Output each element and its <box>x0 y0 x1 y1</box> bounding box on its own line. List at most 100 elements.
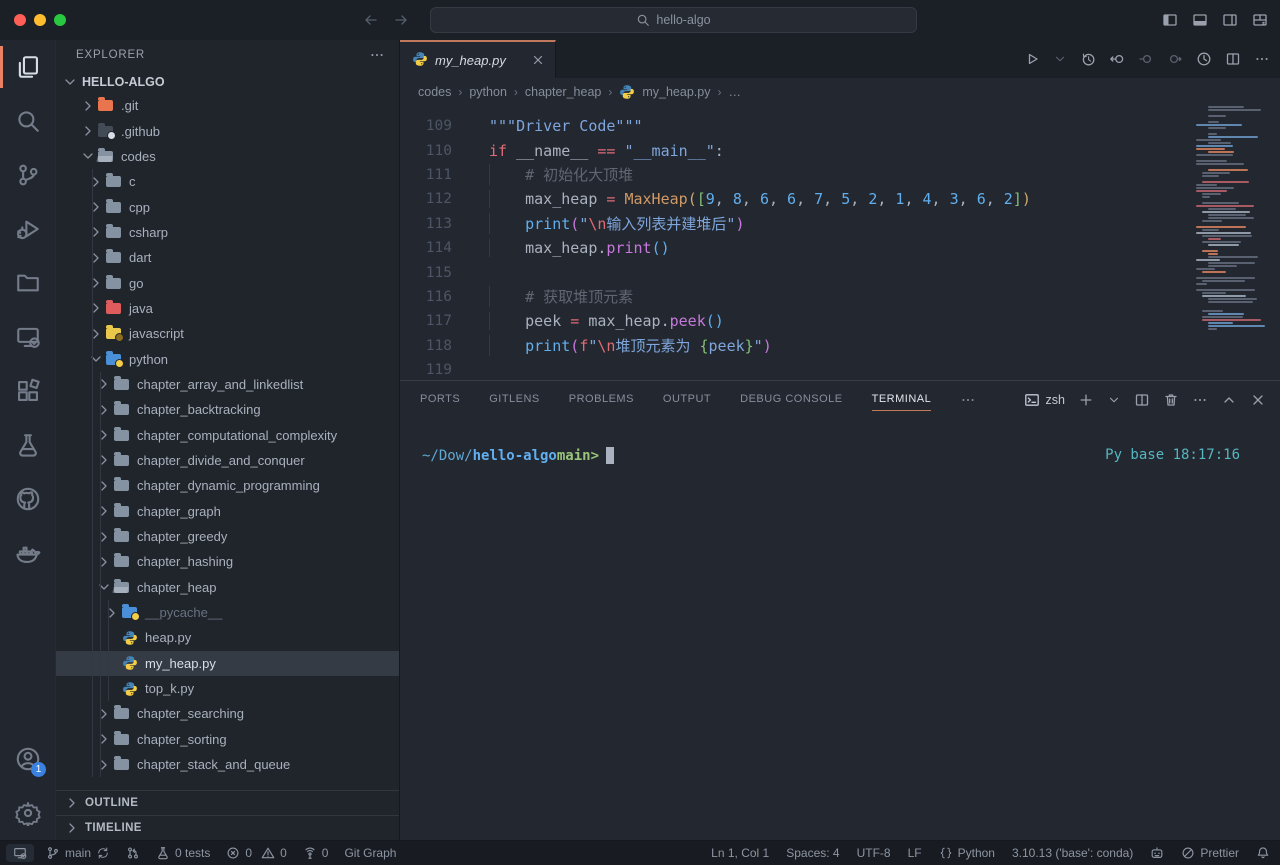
zoom-window-button[interactable] <box>54 14 66 26</box>
timeline-section[interactable]: TIMELINE <box>56 815 399 840</box>
activity-run-debug-icon[interactable] <box>0 202 55 256</box>
activity-accounts-icon[interactable]: 1 <box>0 732 55 786</box>
panel-tab-problems[interactable]: PROBLEMS <box>569 389 634 411</box>
folder-chapter-computational-complexity[interactable]: chapter_computational_complexity <box>56 422 399 447</box>
chevron-right-icon[interactable] <box>96 503 112 519</box>
chevron-right-icon[interactable] <box>96 706 112 722</box>
split-editor-icon[interactable] <box>1225 51 1241 67</box>
chevron-down-icon[interactable] <box>88 351 104 367</box>
folder-chapter-sorting[interactable]: chapter_sorting <box>56 727 399 752</box>
chevron-right-icon[interactable] <box>88 174 104 190</box>
folder-chapter-heap[interactable]: chapter_heap <box>56 575 399 600</box>
code-line-113[interactable]: 113 print("\n输入列表并建堆后") <box>400 212 1280 236</box>
code-line-114[interactable]: 114 max_heap.print() <box>400 236 1280 260</box>
breadcrumb-item[interactable]: … <box>728 85 741 99</box>
code-editor[interactable]: 109"""Driver Code"""110if __name__ == "_… <box>400 106 1280 380</box>
chevron-right-icon[interactable] <box>96 402 112 418</box>
folder-chapter-divide-and-conquer[interactable]: chapter_divide_and_conquer <box>56 448 399 473</box>
folder-javascript[interactable]: javascript <box>56 321 399 346</box>
activity-remote-explorer-icon[interactable] <box>0 310 55 364</box>
status-prettier[interactable]: Prettier <box>1181 846 1239 860</box>
folder-codes[interactable]: codes <box>56 144 399 169</box>
panel-tab-gitlens[interactable]: GITLENS <box>489 389 540 411</box>
chevron-right-icon[interactable] <box>88 300 104 316</box>
folder-java[interactable]: java <box>56 296 399 321</box>
code-line-110[interactable]: 110if __name__ == "__main__": <box>400 138 1280 162</box>
status-problems[interactable]: 00 <box>226 846 286 860</box>
code-line-109[interactable]: 109"""Driver Code""" <box>400 114 1280 138</box>
workspace-root-folder[interactable]: HELLO-ALGO <box>56 70 399 93</box>
chevron-right-icon[interactable] <box>96 427 112 443</box>
chevron-right-icon[interactable] <box>96 376 112 392</box>
code-line-112[interactable]: 112 max_heap = MaxHeap([9, 8, 6, 6, 7, 5… <box>400 187 1280 211</box>
previous-change-icon[interactable] <box>1138 51 1154 67</box>
status-eol[interactable]: LF <box>908 846 922 860</box>
minimize-window-button[interactable] <box>34 14 46 26</box>
folder--git[interactable]: .git <box>56 93 399 118</box>
folder--github[interactable]: .github <box>56 118 399 143</box>
folder-chapter-backtracking[interactable]: chapter_backtracking <box>56 397 399 422</box>
breadcrumb-item[interactable]: my_heap.py <box>642 85 710 99</box>
chevron-right-icon[interactable] <box>96 478 112 494</box>
chevron-right-icon[interactable] <box>88 250 104 266</box>
chevron-right-icon[interactable] <box>104 605 120 621</box>
folder-chapter-graph[interactable]: chapter_graph <box>56 499 399 524</box>
kill-terminal-icon[interactable] <box>1163 392 1179 408</box>
activity-extensions-icon[interactable] <box>0 364 55 418</box>
status-python-interpreter[interactable]: 3.10.13 ('base': conda) <box>1012 846 1133 860</box>
folder-chapter-hashing[interactable]: chapter_hashing <box>56 549 399 574</box>
status-git-graph[interactable]: Git Graph <box>344 846 396 860</box>
activity-explorer-icon[interactable] <box>0 40 55 94</box>
folder-python[interactable]: python <box>56 346 399 371</box>
activity-github-icon[interactable] <box>0 472 55 526</box>
command-center-search[interactable]: hello-algo <box>430 7 917 33</box>
status-pull-request[interactable] <box>126 846 140 860</box>
status-language-mode[interactable]: Python <box>939 846 995 860</box>
chevron-down-icon[interactable] <box>96 579 112 595</box>
more-icon[interactable] <box>1192 392 1208 408</box>
activity-docker-icon[interactable] <box>0 526 55 580</box>
minimap[interactable] <box>1196 106 1274 334</box>
code-line-116[interactable]: 116 # 获取堆顶元素 <box>400 285 1280 309</box>
breadcrumb-item[interactable]: codes <box>418 85 451 99</box>
chevron-right-icon[interactable] <box>96 731 112 747</box>
chevron-right-icon[interactable] <box>80 98 96 114</box>
breadcrumb-item[interactable]: chapter_heap <box>525 85 601 99</box>
folder-csharp[interactable]: csharp <box>56 220 399 245</box>
close-window-button[interactable] <box>14 14 26 26</box>
tab-my-heap-py[interactable]: my_heap.py <box>400 40 556 78</box>
run-dropdown-icon[interactable] <box>1053 52 1067 66</box>
chevron-right-icon[interactable] <box>96 554 112 570</box>
activity-search-icon[interactable] <box>0 94 55 148</box>
toggle-panel-icon[interactable] <box>1192 12 1208 28</box>
code-line-118[interactable]: 118 print(f"\n堆顶元素为 {peek}") <box>400 334 1280 358</box>
panel-tab-debug-console[interactable]: DEBUG CONSOLE <box>740 389 842 411</box>
folder-chapter-stack-and-queue[interactable]: chapter_stack_and_queue <box>56 752 399 777</box>
status-encoding[interactable]: UTF-8 <box>857 846 891 860</box>
activity-testing-icon[interactable] <box>0 418 55 472</box>
open-changes-icon[interactable] <box>1109 51 1125 67</box>
shell-selector[interactable]: zsh <box>1024 392 1065 408</box>
close-panel-icon[interactable] <box>1250 392 1266 408</box>
folder-cpp[interactable]: cpp <box>56 194 399 219</box>
chevron-down-icon[interactable] <box>80 148 96 164</box>
panel-tab-terminal[interactable]: TERMINAL <box>872 389 932 411</box>
run-icon[interactable] <box>1024 51 1040 67</box>
status-cursor-position[interactable]: Ln 1, Col 1 <box>711 846 769 860</box>
more-actions-icon[interactable] <box>1254 51 1270 67</box>
chevron-right-icon[interactable] <box>96 529 112 545</box>
folder-dart[interactable]: dart <box>56 245 399 270</box>
code-line-111[interactable]: 111 # 初始化大顶堆 <box>400 163 1280 187</box>
folder-chapter-greedy[interactable]: chapter_greedy <box>56 524 399 549</box>
status-remote[interactable] <box>6 844 34 862</box>
explorer-more-actions-icon[interactable] <box>369 47 385 63</box>
customize-layout-icon[interactable] <box>1252 12 1268 28</box>
next-change-icon[interactable] <box>1167 51 1183 67</box>
status-git-branch[interactable]: main <box>46 846 110 860</box>
panel-tab-ports[interactable]: PORTS <box>420 389 460 411</box>
activity-settings-icon[interactable] <box>0 786 55 840</box>
folder-chapter-dynamic-programming[interactable]: chapter_dynamic_programming <box>56 473 399 498</box>
toggle-sidebar-icon[interactable] <box>1162 12 1178 28</box>
folder-chapter-array-and-linkedlist[interactable]: chapter_array_and_linkedlist <box>56 372 399 397</box>
new-terminal-icon[interactable] <box>1078 392 1094 408</box>
